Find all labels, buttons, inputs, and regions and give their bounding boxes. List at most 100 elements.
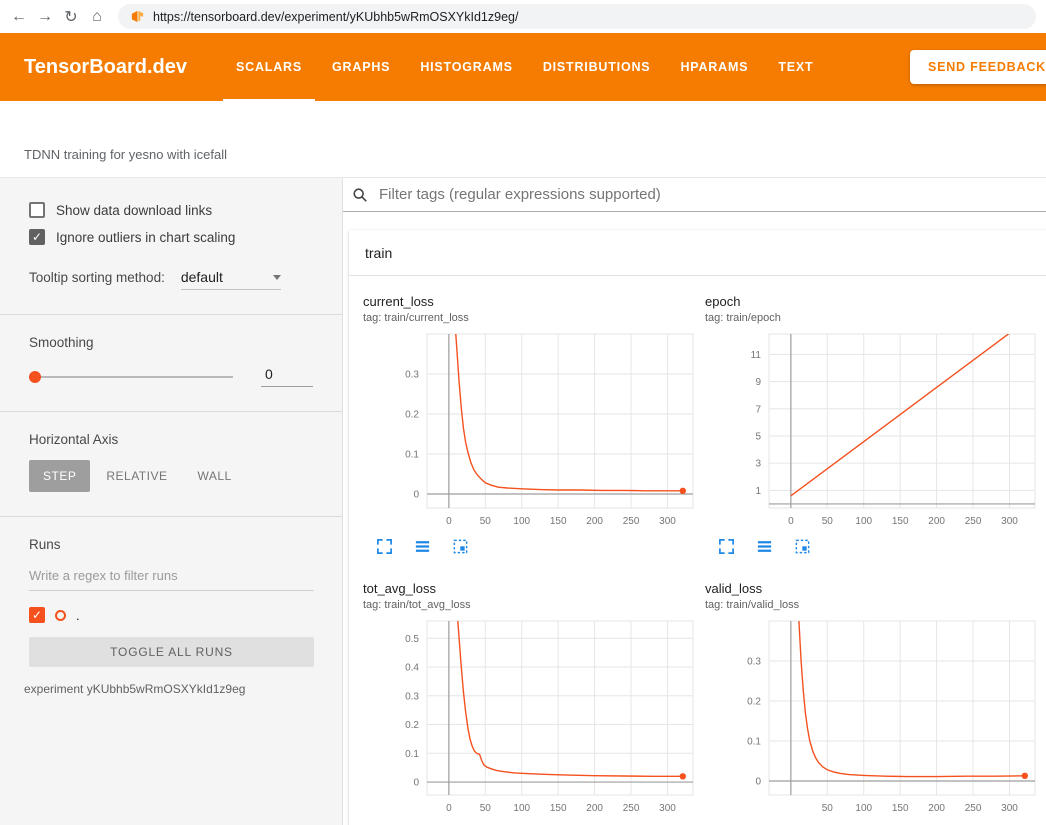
chart-card-epoch: epoch tag: train/epoch 13579110501001502…: [705, 294, 1039, 555]
tag-filter-input[interactable]: [377, 185, 1046, 204]
chart-title: tot_avg_loss: [363, 581, 697, 596]
svg-text:0: 0: [446, 803, 452, 814]
svg-text:100: 100: [855, 803, 872, 814]
slider-thumb[interactable]: [29, 371, 41, 383]
svg-text:50: 50: [822, 516, 834, 527]
axis-button-wall[interactable]: WALL: [183, 460, 245, 492]
fit-domain-icon[interactable]: [794, 538, 811, 555]
send-feedback-button[interactable]: SEND FEEDBACK: [910, 50, 1046, 84]
svg-text:250: 250: [623, 516, 640, 527]
reload-icon[interactable]: ↻: [58, 7, 84, 27]
sidebar-divider: [0, 516, 342, 517]
url-text: https://tensorboard.dev/experiment/yKUbh…: [153, 10, 518, 24]
search-icon: [352, 187, 368, 203]
tag-group-title: train: [365, 245, 392, 261]
back-icon[interactable]: ←: [6, 8, 32, 26]
lines-icon[interactable]: [414, 538, 431, 555]
chevron-down-icon: [273, 275, 281, 280]
run-name: .: [76, 608, 80, 623]
lines-icon[interactable]: [756, 538, 773, 555]
tooltip-sorting-label: Tooltip sorting method:: [29, 270, 165, 285]
svg-text:3: 3: [755, 459, 761, 470]
sidebar-divider: [0, 411, 342, 412]
chart-tag: tag: train/epoch: [705, 312, 1039, 324]
svg-text:0.3: 0.3: [405, 691, 419, 702]
line-chart[interactable]: 00.10.20.3050100150200250300: [363, 328, 697, 534]
run-checkbox[interactable]: ✓: [29, 607, 45, 623]
svg-text:5: 5: [755, 431, 761, 442]
runs-filter-input[interactable]: [29, 564, 314, 591]
chart-card-tot_avg_loss: tot_avg_loss tag: train/tot_avg_loss 0 0.…: [363, 581, 697, 825]
ignore-outliers-row[interactable]: ✓ Ignore outliers in chart scaling: [29, 229, 313, 245]
svg-text:0: 0: [413, 490, 419, 501]
sidebar-divider: [0, 314, 342, 315]
run-row[interactable]: ✓ .: [29, 607, 313, 623]
ignore-outliers-checkbox[interactable]: ✓: [29, 229, 45, 245]
svg-text:50: 50: [480, 803, 492, 814]
charts-grid: current_loss tag: train/current_loss 00.…: [349, 276, 1046, 825]
toggle-all-runs-button[interactable]: TOGGLE ALL RUNS: [29, 637, 314, 667]
line-chart[interactable]: 00.10.20.30.40.5050100150200250300: [363, 615, 697, 821]
axis-button-step[interactable]: STEP: [29, 460, 90, 492]
svg-text:200: 200: [586, 803, 603, 814]
tab-histograms[interactable]: HISTOGRAMS: [405, 33, 528, 101]
experiment-title: TDNN training for yesno with icefall: [24, 147, 227, 162]
content-row: Show data download links ✓ Ignore outlie…: [0, 178, 1046, 825]
chart-title: epoch: [705, 294, 1039, 309]
svg-text:0.2: 0.2: [747, 697, 761, 708]
slider-track[interactable]: [29, 376, 233, 378]
axis-button-relative[interactable]: RELATIVE: [92, 460, 181, 492]
runs-label: Runs: [29, 537, 313, 552]
svg-text:7: 7: [755, 404, 761, 415]
tab-distributions[interactable]: DISTRIBUTIONS: [528, 33, 666, 101]
address-bar[interactable]: https://tensorboard.dev/experiment/yKUbh…: [118, 4, 1036, 29]
line-chart[interactable]: 1357911050100150200250300: [705, 328, 1039, 534]
fit-domain-icon[interactable]: [452, 538, 469, 555]
app-header: TensorBoard.dev SCALARSGRAPHSHISTOGRAMSD…: [0, 33, 1046, 101]
svg-text:300: 300: [659, 803, 676, 814]
chart-tag: tag: train/valid_loss: [705, 599, 1039, 611]
svg-text:250: 250: [965, 516, 982, 527]
chart-tag: tag: train/tot_avg_loss: [363, 599, 697, 611]
svg-text:0: 0: [755, 777, 761, 788]
svg-text:300: 300: [1001, 516, 1018, 527]
svg-text:200: 200: [928, 803, 945, 814]
line-chart[interactable]: 00.10.20.350100150200250300: [705, 615, 1039, 821]
svg-text:100: 100: [513, 516, 530, 527]
svg-text:50: 50: [480, 516, 492, 527]
train-tag-group-card: train current_loss tag: train/current_lo…: [349, 230, 1046, 825]
show-download-row[interactable]: Show data download links: [29, 202, 313, 218]
smoothing-row: 0: [29, 366, 313, 387]
smoothing-value-input[interactable]: 0: [261, 366, 313, 387]
app-logo: TensorBoard.dev: [24, 56, 187, 79]
tag-group-header[interactable]: train: [349, 230, 1046, 276]
svg-text:0.3: 0.3: [747, 657, 761, 668]
forward-icon[interactable]: →: [32, 8, 58, 26]
tab-scalars[interactable]: SCALARS: [221, 33, 317, 101]
svg-text:0.1: 0.1: [747, 737, 761, 748]
svg-text:0: 0: [446, 516, 452, 527]
tooltip-sorting-value: default: [181, 269, 223, 285]
svg-text:150: 150: [892, 516, 909, 527]
expand-icon[interactable]: [718, 538, 735, 555]
chart-card-valid_loss: valid_loss tag: train/valid_loss 0 0.1 0.2…: [705, 581, 1039, 825]
tooltip-sorting-select[interactable]: default: [181, 269, 281, 290]
svg-text:0: 0: [413, 778, 419, 789]
browser-toolbar: ← → ↻ ⌂ https://tensorboard.dev/experime…: [0, 0, 1046, 33]
tab-graphs[interactable]: GRAPHS: [317, 33, 405, 101]
tooltip-sorting-row: Tooltip sorting method: default: [29, 269, 313, 290]
expand-icon[interactable]: [376, 538, 393, 555]
svg-text:200: 200: [586, 516, 603, 527]
show-download-checkbox[interactable]: [29, 202, 45, 218]
chart-tag: tag: train/current_loss: [363, 312, 697, 324]
tab-hparams[interactable]: HPARAMS: [665, 33, 763, 101]
smoothing-label: Smoothing: [29, 335, 313, 350]
tag-filter-row: [343, 178, 1046, 212]
chart-title: valid_loss: [705, 581, 1039, 596]
tab-text[interactable]: TEXT: [763, 33, 828, 101]
home-icon[interactable]: ⌂: [84, 8, 110, 26]
smoothing-slider[interactable]: [29, 370, 233, 384]
svg-text:250: 250: [965, 803, 982, 814]
svg-text:0.4: 0.4: [405, 663, 419, 674]
settings-sidebar: Show data download links ✓ Ignore outlie…: [0, 178, 343, 825]
